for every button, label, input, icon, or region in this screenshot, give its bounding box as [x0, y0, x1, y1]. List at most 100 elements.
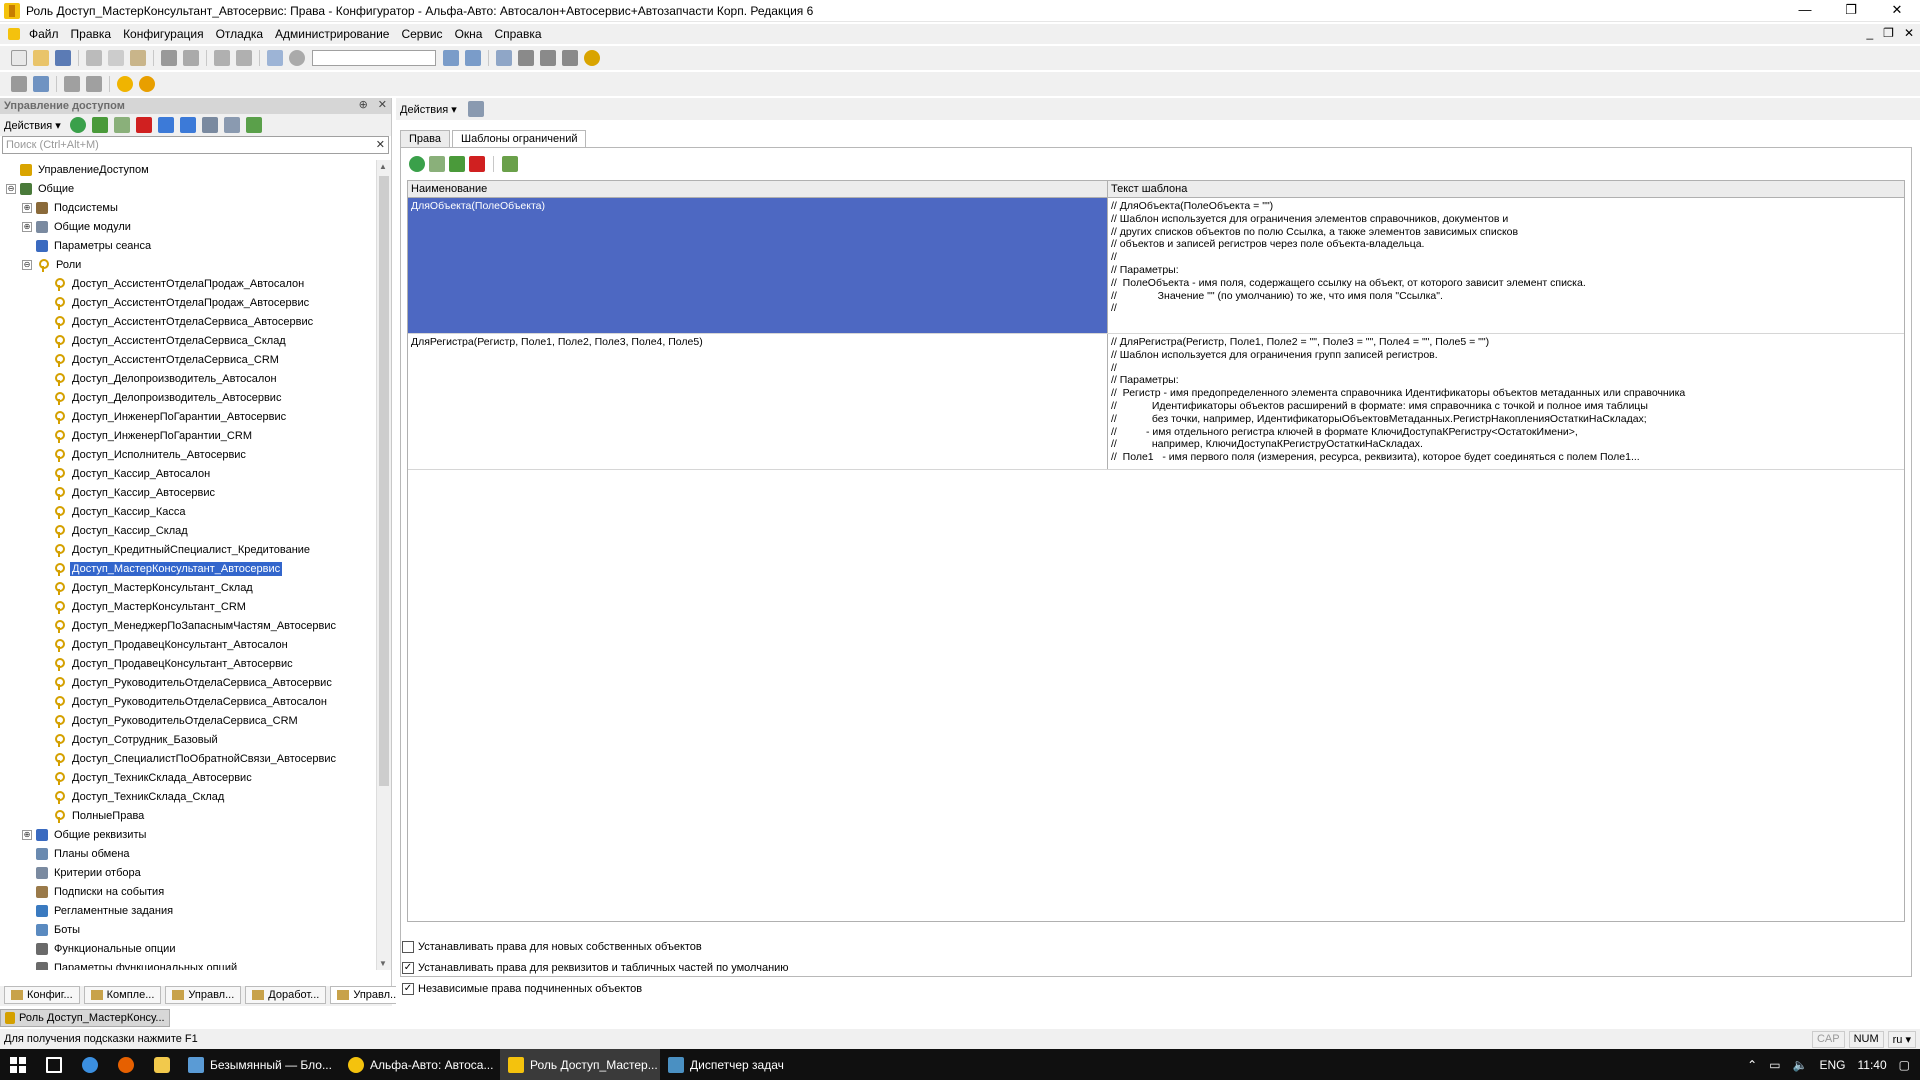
open-window-tab[interactable]: Роль Доступ_МастерКонсу...	[0, 1009, 170, 1027]
column-template-text[interactable]: Текст шаблона	[1108, 181, 1904, 197]
pin-icon[interactable]: ⊕	[359, 98, 368, 111]
taskbar-app-configurator[interactable]: Роль Доступ_Мастер...	[500, 1049, 660, 1080]
tree-item[interactable]: Доступ_АссистентОтделаСервиса_Автосервис	[0, 312, 376, 331]
scroll-up-icon[interactable]: ▲	[379, 162, 387, 171]
tree-item[interactable]: Параметры сеанса	[0, 236, 376, 255]
print-icon[interactable]	[161, 50, 177, 66]
tree-item[interactable]: Доступ_РуководительОтделаСервиса_Автосер…	[0, 673, 376, 692]
actions-menu[interactable]: Действия ▾	[4, 119, 61, 132]
tree-item[interactable]: ⊕ Общие реквизиты	[0, 825, 376, 844]
option-default-attributes[interactable]: ✓ Устанавливать права для реквизитов и т…	[402, 957, 789, 978]
run-debug-icon[interactable]	[139, 76, 155, 92]
syntax-assist-icon[interactable]	[518, 50, 534, 66]
tree-scrollbar[interactable]: ▲ ▼	[376, 160, 391, 970]
delete-template-icon[interactable]	[469, 156, 485, 172]
new-objects-checkbox[interactable]	[402, 940, 414, 953]
tray-chevron-icon[interactable]: ⌃	[1747, 1058, 1757, 1072]
default-attributes-checkbox[interactable]: ✓	[402, 961, 414, 974]
tree-item[interactable]: Доступ_АссистентОтделаПродаж_Автосалон	[0, 274, 376, 293]
table-icon[interactable]	[86, 76, 102, 92]
tree-item[interactable]: Доступ_Кассир_Склад	[0, 521, 376, 540]
template-name-cell[interactable]: ДляРегистра(Регистр, Поле1, Поле2, Поле3…	[408, 334, 1108, 469]
tree-item[interactable]: ⊕ Подсистемы	[0, 198, 376, 217]
template-name-cell[interactable]: ДляОбъекта(ПолеОбъекта)	[408, 198, 1108, 333]
close-button[interactable]: ✕	[1874, 0, 1920, 22]
tree-item[interactable]: Функциональные опции	[0, 939, 376, 958]
tree-item[interactable]: Доступ_МастерКонсультант_Склад	[0, 578, 376, 597]
copy-template-icon[interactable]	[429, 156, 445, 172]
undo-icon[interactable]	[214, 50, 230, 66]
minimize-button[interactable]: —	[1782, 0, 1828, 22]
tree-item[interactable]: ⊕ Общие модули	[0, 217, 376, 236]
option-new-objects[interactable]: Устанавливать права для новых собственны…	[402, 936, 789, 957]
find-prev-icon[interactable]	[465, 50, 481, 66]
tree-item[interactable]: Доступ_МастерКонсультант_CRM	[0, 597, 376, 616]
tree-item[interactable]: ⊖ Общие	[0, 179, 376, 198]
form-designer-icon[interactable]	[562, 50, 578, 66]
filter-icon[interactable]	[223, 117, 240, 133]
move-up-icon[interactable]	[157, 117, 174, 133]
tree-item[interactable]: Доступ_ТехникСклада_Автосервис	[0, 768, 376, 787]
language-indicator[interactable]: ru ▾	[1887, 1031, 1916, 1048]
taskbar-app-task-manager[interactable]: Диспетчер задач	[660, 1049, 820, 1080]
edge-button[interactable]	[72, 1049, 108, 1080]
open-folder-icon[interactable]	[33, 50, 49, 66]
tree-item[interactable]: Доступ_Кассир_Автосалон	[0, 464, 376, 483]
copy-item-icon[interactable]	[113, 117, 130, 133]
cut-icon[interactable]	[86, 50, 102, 66]
menu-administration[interactable]: Администрирование	[269, 27, 395, 41]
filter-icon[interactable]	[467, 101, 484, 117]
filter-clear-icon[interactable]	[245, 117, 262, 133]
start-button[interactable]	[0, 1049, 36, 1080]
menu-help[interactable]: Справка	[488, 27, 547, 41]
explorer-button[interactable]	[144, 1049, 180, 1080]
config-menu-icon[interactable]	[8, 28, 20, 40]
help-icon[interactable]	[584, 50, 600, 66]
tree-item[interactable]: Доступ_РуководительОтделаСервиса_CRM	[0, 711, 376, 730]
tree-item[interactable]: Доступ_МастерКонсультант_Автосервис	[0, 559, 376, 578]
panel-close-icon[interactable]: ✕	[378, 98, 387, 111]
tree-item[interactable]: Критерии отбора	[0, 863, 376, 882]
mdi-close-button[interactable]: ✕	[1904, 26, 1914, 40]
tree-item[interactable]: ⊖ Роли	[0, 255, 376, 274]
tree-item[interactable]: Доступ_РуководительОтделаСервиса_Автосал…	[0, 692, 376, 711]
option-independent-rights[interactable]: ✓ Независимые права подчиненных объектов	[402, 978, 789, 999]
tree-item[interactable]: Доступ_СпециалистПоОбратнойСвязи_Автосер…	[0, 749, 376, 768]
tree-item[interactable]: Доступ_КредитныйСпециалист_Кредитование	[0, 540, 376, 559]
tree-search-field[interactable]: Поиск (Ctrl+Alt+M) ✕	[2, 136, 389, 154]
panel-tab-config[interactable]: Конфиг...	[4, 986, 80, 1004]
expand-icon[interactable]: ⊕	[22, 221, 32, 232]
taskbar-app-notepad[interactable]: Безымянный — Бло...	[180, 1049, 340, 1080]
menu-debug[interactable]: Отладка	[210, 27, 269, 41]
find-next-icon[interactable]	[443, 50, 459, 66]
tray-clock[interactable]: 11:40	[1858, 1058, 1887, 1072]
panel-tab-complect[interactable]: Компле...	[83, 986, 162, 1004]
search-icon[interactable]	[289, 50, 305, 66]
db-update-icon[interactable]	[33, 76, 49, 92]
template-text-cell[interactable]: // ДляРегистра(Регистр, Поле1, Поле2 = "…	[1108, 334, 1904, 469]
tree-item[interactable]: Доступ_ИнженерПоГарантии_CRM	[0, 426, 376, 445]
expand-icon[interactable]: ⊕	[22, 202, 32, 213]
copy-icon[interactable]	[108, 50, 124, 66]
expand-icon[interactable]: ⊕	[22, 829, 32, 840]
panel-tab-access[interactable]: Управл...	[330, 986, 407, 1004]
tree-item[interactable]: Подписки на события	[0, 882, 376, 901]
window-list-icon[interactable]	[496, 50, 512, 66]
tree-item[interactable]: Доступ_АссистентОтделаСервиса_Склад	[0, 331, 376, 350]
editor-actions-menu[interactable]: Действия ▾	[400, 103, 457, 116]
tree-item[interactable]: Доступ_Исполнитель_Автосервис	[0, 445, 376, 464]
fill-template-icon[interactable]	[502, 156, 518, 172]
find-icon[interactable]	[267, 50, 283, 66]
scroll-thumb[interactable]	[379, 176, 389, 786]
network-icon[interactable]: ▭	[1769, 1058, 1780, 1072]
collapse-icon[interactable]: ⊖	[6, 183, 16, 194]
print-preview-icon[interactable]	[183, 50, 199, 66]
task-view-button[interactable]	[36, 1049, 72, 1080]
tree-item[interactable]: Доступ_Кассир_Автосервис	[0, 483, 376, 502]
panel-tab-dorab[interactable]: Доработ...	[245, 986, 327, 1004]
tree-item[interactable]: ПолныеПрава	[0, 806, 376, 825]
mdi-minimize-button[interactable]: _	[1866, 26, 1873, 40]
collapse-icon[interactable]: ⊖	[22, 259, 32, 270]
tree-item[interactable]: УправлениеДоступом	[0, 160, 376, 179]
tree-item[interactable]: Доступ_Делопроизводитель_Автосалон	[0, 369, 376, 388]
